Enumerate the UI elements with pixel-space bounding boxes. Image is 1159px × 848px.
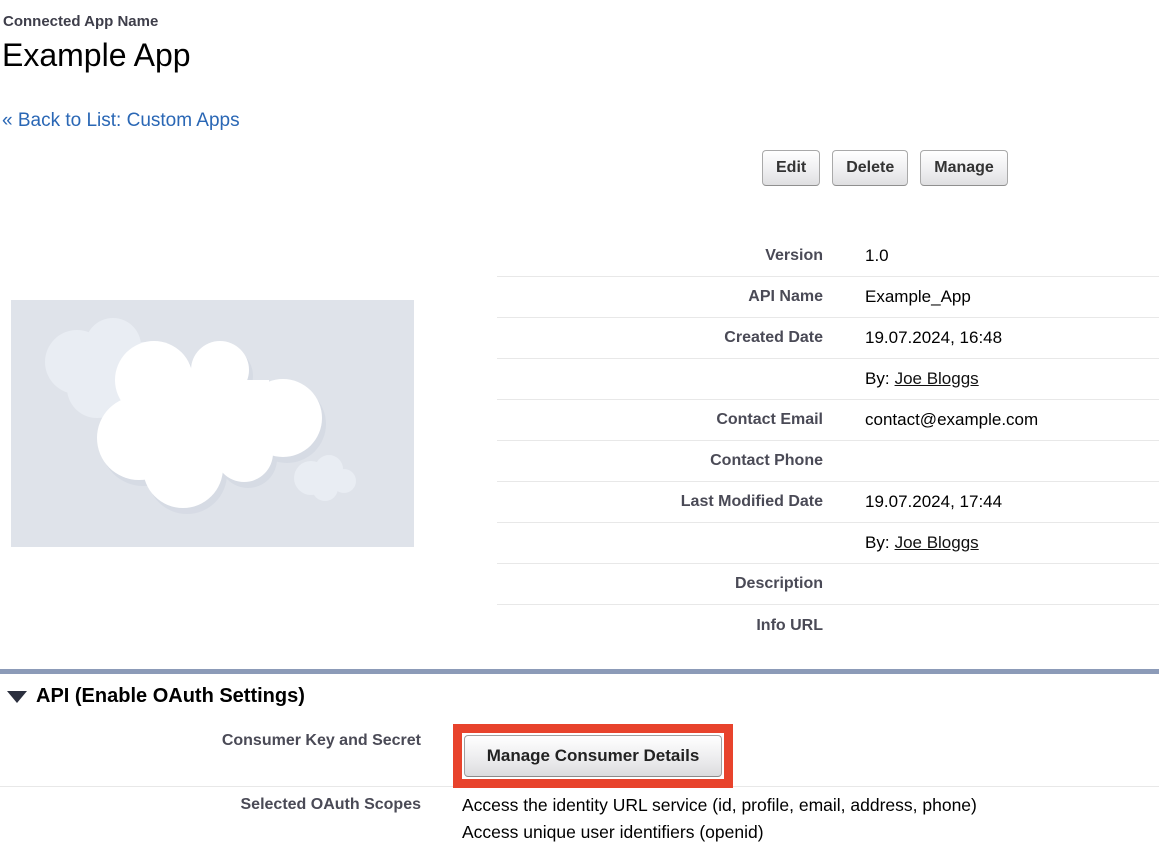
- delete-button[interactable]: Delete: [832, 150, 908, 186]
- field-label: API Name: [497, 288, 823, 306]
- cloud-icon: [11, 300, 414, 547]
- detail-row-last-modified-date: Last Modified Date 19.07.2024, 17:44: [497, 482, 1159, 523]
- edit-button[interactable]: Edit: [762, 150, 820, 186]
- field-label: Last Modified Date: [497, 493, 823, 511]
- oauth-scope-item: Access unique user identifiers (openid): [462, 819, 977, 846]
- manage-consumer-details-button[interactable]: Manage Consumer Details: [464, 735, 722, 777]
- section-divider: [0, 669, 1159, 674]
- detail-row-info-url: Info URL: [497, 605, 1159, 646]
- selected-oauth-scopes-label: Selected OAuth Scopes: [0, 796, 421, 814]
- page-title: Example App: [2, 37, 191, 74]
- detail-row-version: Version 1.0: [497, 236, 1159, 277]
- oauth-scope-item: Access the identity URL service (id, pro…: [462, 792, 977, 819]
- field-value: 19.07.2024, 16:48: [823, 328, 1002, 348]
- oauth-scopes-list: Access the identity URL service (id, pro…: [462, 792, 977, 846]
- field-value: 1.0: [823, 246, 889, 266]
- highlight-annotation: Manage Consumer Details: [453, 724, 733, 788]
- field-value: Example_App: [823, 287, 971, 307]
- by-prefix: By:: [865, 369, 890, 388]
- entity-type-label: Connected App Name: [3, 13, 158, 30]
- oauth-section-title: API (Enable OAuth Settings): [36, 685, 305, 708]
- detail-table: Version 1.0 API Name Example_App Created…: [497, 236, 1159, 646]
- created-by-user-link[interactable]: Joe Bloggs: [895, 369, 979, 388]
- detail-row-modified-by: By: Joe Bloggs: [497, 523, 1159, 564]
- field-label: Description: [497, 575, 823, 593]
- field-label: Version: [497, 247, 823, 265]
- detail-row-api-name: API Name Example_App: [497, 277, 1159, 318]
- field-value: contact@example.com: [823, 410, 1038, 430]
- detail-row-created-date: Created Date 19.07.2024, 16:48: [497, 318, 1159, 359]
- detail-row-description: Description: [497, 564, 1159, 605]
- app-logo-cloud-image: [11, 300, 414, 547]
- back-to-list-link[interactable]: « Back to List: Custom Apps: [2, 110, 240, 132]
- connected-app-detail-page: Connected App Name Example App « Back to…: [0, 0, 1159, 848]
- field-label: Created Date: [497, 329, 823, 347]
- field-value: 19.07.2024, 17:44: [823, 492, 1002, 512]
- field-value: By: Joe Bloggs: [823, 369, 979, 389]
- modified-by-user-link[interactable]: Joe Bloggs: [895, 533, 979, 552]
- detail-row-contact-email: Contact Email contact@example.com: [497, 400, 1159, 441]
- by-prefix: By:: [865, 533, 890, 552]
- triangle-down-icon[interactable]: [7, 691, 27, 703]
- field-label: Info URL: [497, 617, 823, 635]
- manage-button[interactable]: Manage: [920, 150, 1008, 186]
- detail-row-created-by: By: Joe Bloggs: [497, 359, 1159, 400]
- action-toolbar: Edit Delete Manage: [762, 150, 1008, 186]
- field-label: Contact Phone: [497, 452, 823, 470]
- consumer-key-secret-label: Consumer Key and Secret: [0, 732, 421, 750]
- field-value: By: Joe Bloggs: [823, 533, 979, 553]
- field-label: Contact Email: [497, 411, 823, 429]
- detail-row-contact-phone: Contact Phone: [497, 441, 1159, 482]
